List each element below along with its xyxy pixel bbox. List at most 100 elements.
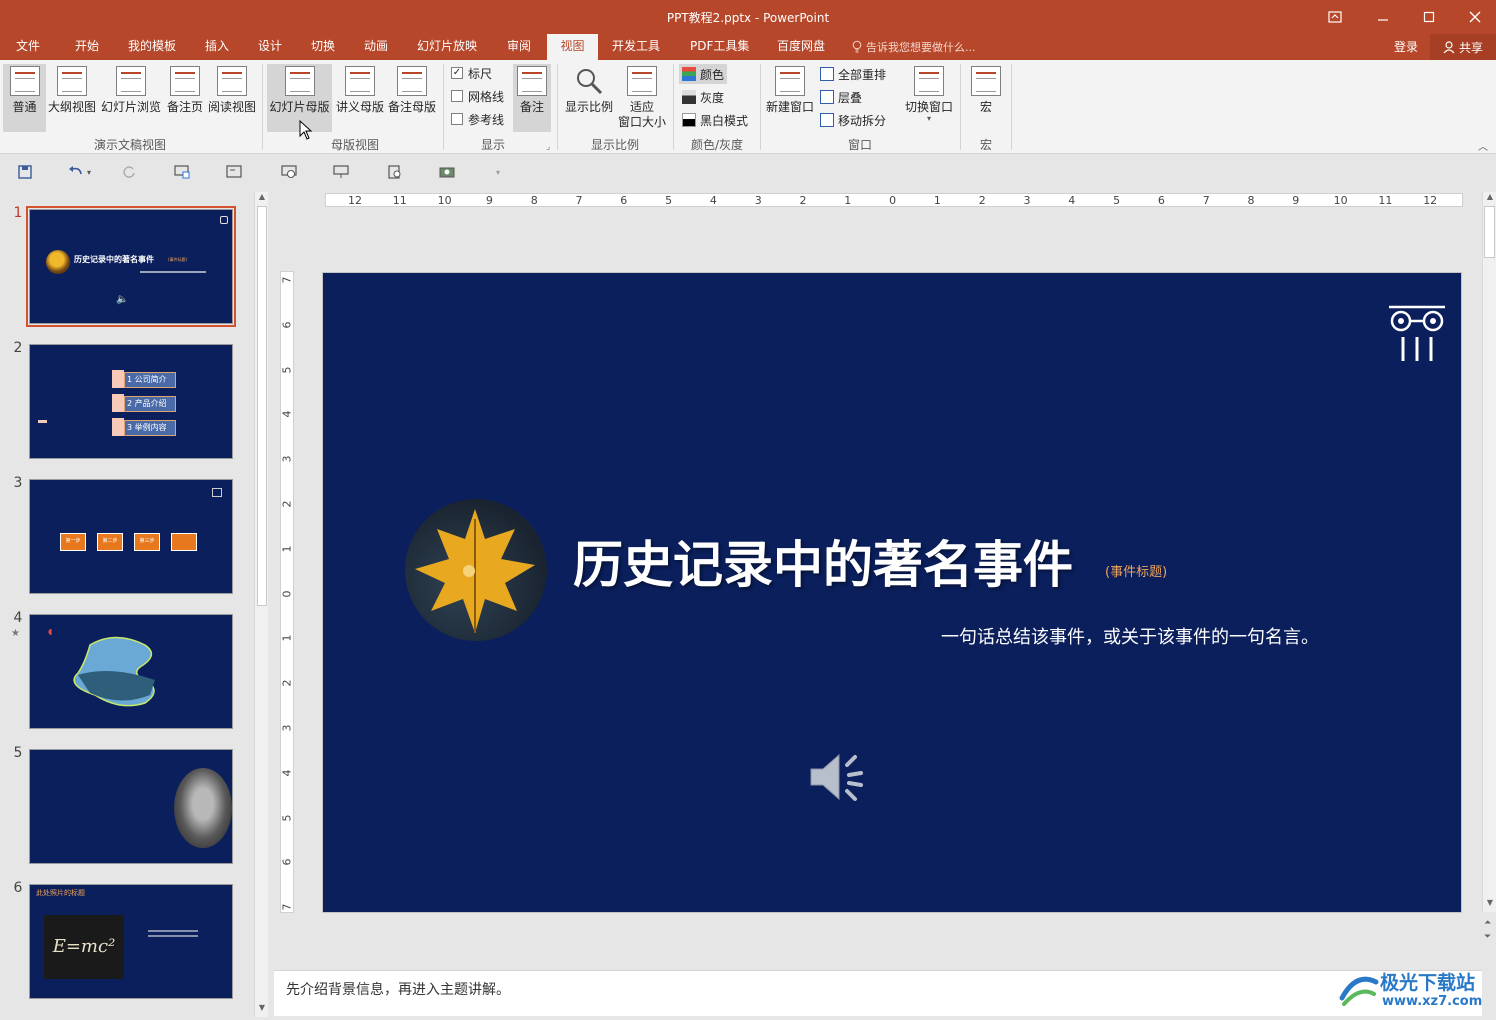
ruler-tick-label: 5 — [665, 194, 673, 207]
leaf-photo-image[interactable] — [405, 499, 547, 641]
next-slide-icon[interactable]: ⏷ — [1484, 932, 1491, 942]
guides-checkbox[interactable]: 参考线 — [451, 110, 504, 128]
notes-pane[interactable]: 先介绍背景信息，再进入主题讲解。 — [274, 970, 1482, 1016]
fit-label-2: 窗口大小 — [617, 115, 666, 129]
tab-design[interactable]: 设计 — [252, 34, 288, 60]
zoom-button[interactable]: 显示比例 — [563, 64, 615, 132]
macros-button[interactable]: 宏 — [965, 64, 1007, 132]
print-preview-icon[interactable] — [385, 163, 405, 181]
share-button[interactable]: 共享 — [1430, 34, 1496, 60]
tell-me-box[interactable]: 告诉我您想要做什么... — [852, 39, 976, 55]
scroll-down-arrow-icon[interactable]: ▼ — [1483, 898, 1496, 910]
toc-item: 1 公司简介 — [124, 372, 176, 388]
slide-thumbnail-6[interactable]: 此处照片的标题 E=mc² — [29, 884, 233, 999]
slide-thumbnail-5[interactable] — [29, 749, 233, 864]
checkbox-empty-icon — [451, 90, 463, 102]
undo-dropdown-icon[interactable]: ▾ — [84, 163, 94, 181]
rehearse-timings-icon[interactable] — [279, 163, 299, 181]
tab-view[interactable]: 视图 — [547, 34, 598, 60]
slide-thumbnail-2[interactable]: 1 公司简介 2 产品介绍 3 举例内容 — [29, 344, 233, 459]
thumbnail-number: 1 — [13, 205, 23, 221]
undo-icon[interactable] — [66, 163, 86, 181]
notes-button[interactable]: 备注 — [513, 64, 551, 132]
outline-view-button[interactable]: 大纲视图 — [48, 64, 96, 132]
color-button[interactable]: 颜色 — [679, 64, 728, 84]
customize-qat-icon[interactable]: ▾ — [488, 163, 508, 181]
slide-title-tag[interactable]: (事件标题) — [1105, 561, 1167, 580]
previous-slide-icon[interactable]: ⏶ — [1484, 918, 1491, 928]
publish-icon[interactable] — [437, 163, 457, 181]
gridlines-checkbox[interactable]: 网格线 — [451, 87, 504, 105]
minimize-icon[interactable] — [1360, 0, 1406, 34]
scrollbar-thumb[interactable] — [257, 206, 267, 606]
scroll-down-arrow-icon[interactable]: ▼ — [255, 1003, 269, 1015]
tab-pdf-tools[interactable]: PDF工具集 — [684, 34, 755, 60]
fit-to-window-icon — [627, 66, 657, 96]
ribbon-display-options-icon[interactable] — [1312, 0, 1358, 34]
tab-review[interactable]: 审阅 — [501, 34, 537, 60]
ruler-tick-label: 1 — [933, 194, 941, 207]
slide-thumbnail-4[interactable]: ◖ — [29, 614, 233, 729]
group-separator — [760, 64, 761, 150]
fit-to-window-button[interactable]: 适应 窗口大小 — [617, 64, 667, 132]
arrange-all-button[interactable]: 全部重排 — [820, 64, 886, 84]
new-slide-icon[interactable] — [224, 163, 244, 181]
normal-view-button[interactable]: 普通 — [3, 64, 46, 132]
formula-image: E=mc² — [44, 915, 124, 979]
slide-sorter-icon — [116, 66, 146, 96]
ruler-tick-label: 3 — [280, 455, 294, 463]
slide-thumbnail-3[interactable]: 第一步 第二步 第三步 — [29, 479, 233, 594]
ruler-checkbox[interactable]: ✓ 标尺 — [451, 64, 492, 82]
save-icon[interactable] — [15, 163, 35, 181]
tab-baidu-netdisk[interactable]: 百度网盘 — [771, 34, 831, 60]
dialog-launcher-icon[interactable]: ⌟ — [546, 142, 550, 152]
current-slide[interactable]: 历史记录中的著名事件 (事件标题) 一句话总结该事件，或关于该事件的一句名言。 — [322, 272, 1462, 913]
notes-text[interactable]: 先介绍背景信息，再进入主题讲解。 — [286, 979, 510, 999]
tab-transitions[interactable]: 切换 — [305, 34, 341, 60]
scrollbar-thumb[interactable] — [1484, 206, 1495, 258]
reading-view-label: 阅读视图 — [207, 100, 256, 114]
ruler-tick-label: 5 — [280, 814, 294, 822]
speaker-icon[interactable] — [807, 749, 871, 805]
switch-windows-icon — [914, 66, 944, 96]
tab-slideshow[interactable]: 幻灯片放映 — [411, 34, 483, 60]
tab-file[interactable]: 文件 — [10, 34, 46, 60]
scroll-up-arrow-icon[interactable]: ▲ — [1483, 192, 1496, 204]
main-vertical-scrollbar[interactable]: ▲ ▼ — [1482, 192, 1496, 912]
move-split-button[interactable]: 移动拆分 — [820, 110, 886, 130]
new-window-icon — [775, 66, 805, 96]
redo-icon[interactable] — [119, 163, 139, 181]
thumbnail-scrollbar[interactable]: ▲ ▼ — [254, 192, 268, 1017]
reading-view-button[interactable]: 阅读视图 — [207, 64, 257, 132]
cascade-button[interactable]: 层叠 — [820, 87, 862, 107]
present-from-start-icon[interactable] — [172, 163, 192, 181]
maximize-icon[interactable] — [1406, 0, 1452, 34]
slide-sorter-button[interactable]: 幻灯片浏览 — [100, 64, 162, 132]
scroll-up-arrow-icon[interactable]: ▲ — [255, 192, 269, 204]
slide-thumbnail-1[interactable]: 历史记录中的著名事件 (事件标题) 🔈 — [26, 206, 236, 327]
arrow-left-icon — [38, 420, 47, 423]
ruler-tick-label: 1 — [844, 194, 852, 207]
tab-insert[interactable]: 插入 — [199, 34, 235, 60]
presenter-icon[interactable] — [331, 163, 351, 181]
tab-my-templates[interactable]: 我的模板 — [122, 34, 182, 60]
grayscale-button[interactable]: 灰度 — [679, 87, 727, 107]
signin-link[interactable]: 登录 — [1394, 38, 1418, 55]
notes-page-button[interactable]: 备注页 — [166, 64, 204, 132]
handout-master-button[interactable]: 讲义母版 — [335, 64, 385, 132]
tab-home[interactable]: 开始 — [69, 34, 105, 60]
notes-master-button[interactable]: 备注母版 — [387, 64, 437, 132]
collapse-ribbon-icon[interactable]: ︿ — [1478, 138, 1488, 153]
ruler-tick-label: 1 — [280, 634, 294, 642]
switch-windows-button[interactable]: 切换窗口 ▾ — [903, 64, 955, 132]
slide-title[interactable]: 历史记录中的著名事件 — [573, 525, 1073, 597]
slide-quote[interactable]: 一句话总结该事件，或关于该事件的一句名言。 — [941, 623, 1319, 649]
group-separator — [443, 64, 444, 150]
ruler-tick-label: 3 — [1023, 194, 1031, 207]
close-icon[interactable] — [1452, 0, 1496, 34]
tab-animations[interactable]: 动画 — [358, 34, 394, 60]
black-white-button[interactable]: 黑白模式 — [679, 110, 751, 130]
new-window-button[interactable]: 新建窗口 — [764, 64, 816, 132]
column-logo-icon — [220, 216, 228, 224]
tab-developer[interactable]: 开发工具 — [606, 34, 666, 60]
